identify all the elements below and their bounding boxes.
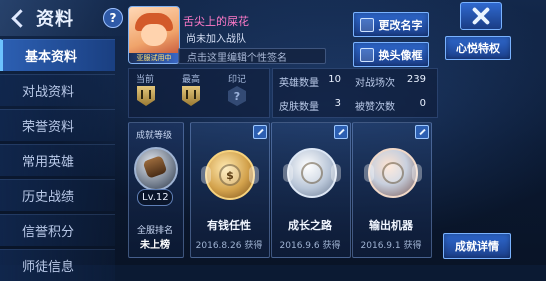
privilege-button[interactable]: 心悦特权 (445, 36, 511, 60)
signature-field[interactable]: 点击这里编辑个性签名 (178, 48, 326, 64)
sidebar-item-battle-info[interactable]: 对战资料 (0, 74, 115, 106)
sidebar-item-mentor[interactable]: 师徒信息 (0, 249, 115, 281)
medal-date: 2016.9.6 获得 (279, 241, 341, 251)
highest-rank-label: 最高 (182, 75, 201, 85)
achievement-level-title: 成就等级 (136, 131, 173, 141)
medal-wing-left (201, 166, 211, 184)
avatar-face-shape (141, 24, 167, 46)
avatar-badge: 亚服试用中 (129, 53, 179, 63)
close-icon (472, 7, 490, 25)
edit-icon (359, 17, 374, 32)
medal-wing-left (283, 164, 293, 182)
sidebar: 基本资料 对战资料 荣誉资料 常用英雄 历史战绩 信誉积分 师徒信息 (0, 36, 115, 281)
sidebar-item-basic-info[interactable]: 基本资料 (0, 39, 115, 71)
matches-value: 239 (406, 74, 426, 85)
sidebar-item-history[interactable]: 历史战绩 (0, 179, 115, 211)
edit-icon[interactable] (253, 125, 267, 139)
medal-symbol: $ (219, 164, 241, 186)
edit-icon[interactable] (334, 125, 348, 139)
medal-wing-right (249, 166, 259, 184)
sidebar-item-label: 基本资料 (25, 50, 78, 65)
avatar[interactable]: 亚服试用中 (128, 6, 180, 64)
team-status: 尚未加入战队 (186, 34, 246, 45)
sidebar-item-label: 荣誉资料 (22, 120, 75, 135)
change-frame-label: 换头像框 (378, 48, 423, 62)
sidebar-item-label: 常用英雄 (22, 155, 75, 170)
page-title: 资料 (36, 9, 74, 30)
help-icon[interactable]: ? (103, 8, 123, 28)
achievement-level-icon (134, 147, 178, 191)
medal-wing-left (364, 164, 374, 182)
current-rank-label: 当前 (136, 75, 155, 85)
medal-name: 输出机器 (369, 219, 413, 232)
medal-wing-right (412, 164, 422, 182)
achievement-detail-button[interactable]: 成就详情 (443, 233, 511, 259)
medal-symbol (301, 162, 323, 184)
growth-medal-icon (283, 148, 341, 198)
medal-date: 2016.8.26 获得 (195, 241, 263, 251)
frame-icon (359, 47, 374, 62)
player-name: 舌尖上的屎花 (183, 15, 249, 28)
close-button[interactable] (460, 2, 502, 30)
achievement-level-value: Lv.12 (142, 192, 169, 203)
medal-name: 成长之路 (288, 219, 332, 232)
medal-symbol (382, 162, 404, 184)
medal-date: 2016.9.1 获得 (360, 241, 422, 251)
coin-medal-icon: $ (201, 150, 259, 200)
sidebar-item-label: 历史战绩 (22, 190, 75, 205)
server-rank-value: 未上榜 (140, 240, 170, 251)
likes-value: 0 (419, 98, 426, 109)
damage-medal-icon (364, 148, 422, 198)
hero-count-value: 10 (328, 74, 341, 85)
server-rank-label: 全服排名 (137, 226, 174, 236)
mark-label: 印记 (228, 75, 247, 85)
sidebar-item-honor-info[interactable]: 荣誉资料 (0, 109, 115, 141)
rename-button[interactable]: 更改名字 (353, 12, 429, 37)
sidebar-item-credit[interactable]: 信誉积分 (0, 214, 115, 246)
sidebar-item-label: 师徒信息 (22, 260, 75, 275)
medal-wing-right (331, 164, 341, 182)
edit-icon[interactable] (415, 125, 429, 139)
skin-count-value: 3 (334, 98, 341, 109)
medal-name: 有钱任性 (207, 219, 251, 232)
likes-label: 被赞次数 (355, 102, 395, 113)
rename-label: 更改名字 (378, 18, 423, 32)
sidebar-item-common-heroes[interactable]: 常用英雄 (0, 144, 115, 176)
back-icon[interactable] (10, 10, 26, 26)
sidebar-item-label: 对战资料 (22, 85, 75, 100)
change-frame-button[interactable]: 换头像框 (353, 42, 429, 67)
sidebar-item-label: 信誉积分 (22, 225, 75, 240)
matches-label: 对战场次 (355, 78, 395, 89)
